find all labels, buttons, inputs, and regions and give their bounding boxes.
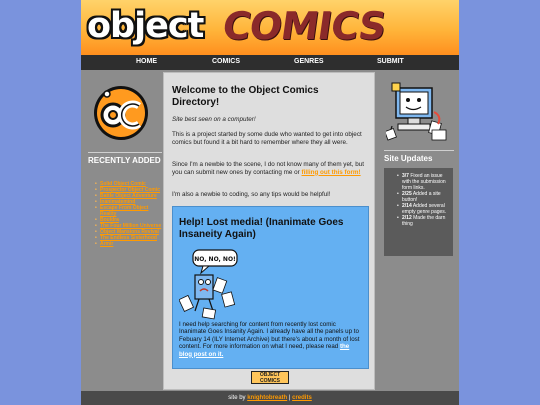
- form-link[interactable]: filling out this form!: [302, 169, 361, 176]
- site-updates-box: 3/7 Fixed an issue with the submission f…: [384, 168, 453, 256]
- main-content: Welcome to the Object Comics Directory! …: [163, 72, 375, 390]
- left-sidebar: RECENTLY ADDED Solid Object Comic Prospe…: [81, 72, 166, 390]
- update-item: 2/12 Made the darn thing: [397, 215, 450, 227]
- lost-media-paragraph: I need help searching for content from r…: [179, 321, 363, 358]
- nav-home[interactable]: HOME: [136, 58, 157, 65]
- oc-badge-logo: [94, 86, 148, 140]
- recent-item[interactable]: Armir: [95, 241, 165, 247]
- lost-media-heading: Help! Lost media! (Inanimate Goes Insane…: [179, 217, 344, 240]
- site-updates-list: 3/7 Fixed an issue with the submission f…: [397, 173, 450, 227]
- nav-submit[interactable]: SUBMIT: [377, 58, 404, 65]
- coding-paragraph: I'm also a newbie to coding, so any tips…: [172, 191, 331, 198]
- update-item: 2/14 Added several empty genre pages.: [397, 203, 450, 215]
- welcome-heading: Welcome to the Object Comics Directory!: [172, 85, 319, 108]
- site-footer: site by knightobreath | credits: [81, 391, 459, 405]
- banner-logo-comics: COMICS: [219, 4, 389, 48]
- update-item: 3/7 Fixed an issue with the submission f…: [397, 173, 450, 191]
- lost-media-text: I need help searching for content from r…: [179, 321, 360, 351]
- right-sidebar: Site Updates 3/7 Fixed an issue with the…: [378, 72, 459, 390]
- nav-comics[interactable]: COMICS: [212, 58, 240, 65]
- site-note: Site best seen on a computer!: [172, 116, 256, 123]
- main-nav: HOME COMICS GENRES SUBMIT: [81, 55, 459, 70]
- submit-paragraph: Since I'm a newbie to the scene, I do no…: [172, 161, 368, 176]
- recently-added-list: Solid Object Comic Prospector Object Com…: [95, 181, 165, 247]
- site-banner[interactable]: object COMICS: [81, 0, 459, 55]
- speech-bubble-text: NO, NO, NO!: [194, 256, 236, 263]
- page: object COMICS HOME COMICS GENRES SUBMIT …: [81, 0, 459, 405]
- credits-link[interactable]: credits: [292, 395, 312, 401]
- lost-media-box: Help! Lost media! (Inanimate Goes Insane…: [172, 206, 369, 369]
- footer-prefix: site by: [228, 395, 248, 401]
- update-item: 2/25 Added a site button!: [397, 191, 450, 203]
- recent-item[interactable]: Escape From Object Reality: [95, 205, 165, 217]
- banner-logo-object: object: [87, 6, 204, 46]
- nav-genres[interactable]: GENRES: [294, 58, 324, 65]
- comic-character-illustration: NO, NO, NO!: [179, 249, 238, 320]
- recently-added-title: RECENTLY ADDED: [88, 152, 162, 166]
- computer-mascot-illustration: [386, 82, 447, 141]
- intro-paragraph: This is a project started by some dude w…: [172, 131, 362, 146]
- author-link[interactable]: knightobreath: [247, 395, 287, 401]
- site-updates-title: Site Updates: [384, 150, 454, 163]
- update-text: Fixed an issue with the submission form …: [402, 173, 446, 191]
- site-button-logo[interactable]: OBJECT COMICS: [251, 371, 289, 384]
